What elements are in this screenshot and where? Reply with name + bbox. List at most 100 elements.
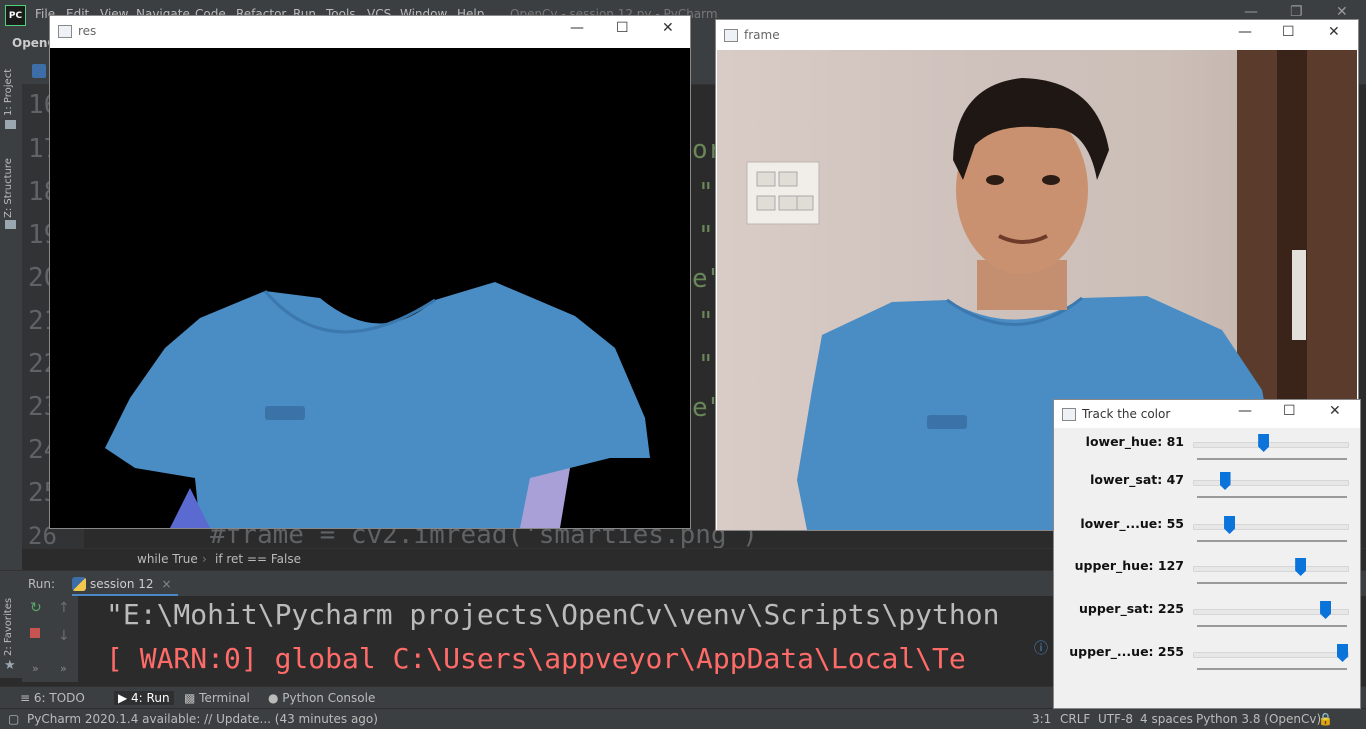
trackbar-label: lower_hue: 81 xyxy=(1085,434,1184,449)
python-file-icon[interactable] xyxy=(32,64,46,78)
code-fragment: " xyxy=(698,350,714,380)
console-line: [ WARN:0] global C:\Users\appveyor\AppDa… xyxy=(106,642,966,675)
trackbar-row: upper_sat: 225 xyxy=(1054,599,1360,642)
minimize-icon[interactable]: — xyxy=(1238,403,1252,419)
status-bar: ▢ PyCharm 2020.1.4 available: // Update.… xyxy=(0,708,1366,729)
trackbar-ticks xyxy=(1197,540,1347,542)
more-icon[interactable]: » xyxy=(60,662,67,675)
close-icon[interactable]: ✕ xyxy=(662,20,674,36)
indent-setting[interactable]: 4 spaces xyxy=(1140,712,1193,726)
trackbar-row: upper_...ue: 255 xyxy=(1054,642,1360,685)
run-toolbar: ↻ ↑ ↓ » » xyxy=(22,596,78,682)
play-icon: ▶ xyxy=(118,691,132,705)
trackbar-label: lower_...ue: 55 xyxy=(1080,516,1184,531)
trackbar-row: lower_sat: 47 xyxy=(1054,470,1360,513)
close-icon[interactable]: ✕ xyxy=(1328,24,1340,40)
trackbar-row: lower_hue: 81 xyxy=(1054,432,1360,475)
code-fragment: " xyxy=(698,221,714,251)
terminal-tab[interactable]: ▩ Terminal xyxy=(184,691,250,705)
masked-shirt-image xyxy=(105,282,650,528)
python-interpreter[interactable]: Python 3.8 (OpenCv) xyxy=(1196,712,1321,726)
window-icon xyxy=(1062,408,1076,421)
restore-icon[interactable]: ❐ xyxy=(1290,4,1303,20)
minimize-icon[interactable]: — xyxy=(1238,24,1252,40)
trackbar-ticks xyxy=(1197,625,1347,627)
breadcrumb-while-true[interactable]: while True xyxy=(137,552,198,566)
python-console-tab[interactable]: ● Python Console xyxy=(268,691,375,705)
list-icon: ≡ xyxy=(20,691,34,705)
trackbar-window[interactable]: Track the color — ☐ ✕ lower_hue: 81 lower… xyxy=(1054,400,1360,708)
trackbar-thumb[interactable] xyxy=(1337,644,1348,662)
trackbar-ticks xyxy=(1197,496,1347,498)
structure-icon xyxy=(5,220,16,229)
trackbar-label: upper_sat: 225 xyxy=(1079,601,1184,616)
maximize-icon[interactable]: ☐ xyxy=(616,20,629,36)
trackbar-row: lower_...ue: 55 xyxy=(1054,514,1360,557)
trackbar-ticks xyxy=(1197,668,1347,670)
trackbar-thumb[interactable] xyxy=(1224,516,1236,534)
stop-icon[interactable] xyxy=(30,628,40,638)
maximize-icon[interactable]: ☐ xyxy=(1282,24,1295,40)
close-tab-icon[interactable]: × xyxy=(162,577,172,591)
pycharm-logo-icon: PC xyxy=(5,5,26,26)
project-tool-tab[interactable]: 1: Project xyxy=(3,69,14,116)
info-icon[interactable]: ⓘ xyxy=(1034,638,1048,658)
caret-position[interactable]: 3:1 xyxy=(1032,712,1051,726)
trackbar-label: upper_...ue: 255 xyxy=(1069,644,1184,659)
folder-icon xyxy=(5,120,16,129)
trackbar-slider[interactable] xyxy=(1193,652,1349,658)
trackbar-thumb[interactable] xyxy=(1258,434,1270,452)
breadcrumb-if-ret[interactable]: if ret == False xyxy=(215,552,301,566)
python-icon: ● xyxy=(268,691,283,705)
star-icon: ★ xyxy=(4,658,16,673)
minimize-icon[interactable]: — xyxy=(570,20,584,36)
trackbar-ticks xyxy=(1197,458,1347,460)
window-title: frame xyxy=(744,28,780,42)
status-message[interactable]: PyCharm 2020.1.4 available: // Update...… xyxy=(27,712,378,726)
run-label: Run: xyxy=(28,577,56,591)
more-icon[interactable]: » xyxy=(32,662,39,675)
window-icon xyxy=(58,25,72,38)
frame-title-bar[interactable]: frame — ☐ ✕ xyxy=(716,20,1358,50)
trackbar-label: lower_sat: 47 xyxy=(1090,472,1184,487)
terminal-icon: ▩ xyxy=(184,691,200,705)
trackbar-thumb[interactable] xyxy=(1320,601,1332,619)
python-icon xyxy=(72,577,86,591)
close-icon[interactable]: ✕ xyxy=(1329,403,1341,419)
trackbar-label: upper_hue: 127 xyxy=(1074,558,1184,573)
run-tool-tab[interactable]: ▶ 4: Run xyxy=(114,691,174,705)
trackbar-slider[interactable] xyxy=(1193,442,1349,448)
arrow-down-icon[interactable]: ↓ xyxy=(58,628,70,644)
res-window[interactable]: res — ☐ ✕ xyxy=(50,16,690,528)
trackbar-slider[interactable] xyxy=(1193,524,1349,530)
masked-result-image xyxy=(50,48,690,528)
trackbar-slider[interactable] xyxy=(1193,566,1349,572)
trackbar-ticks xyxy=(1197,582,1347,584)
window-icon xyxy=(724,29,738,42)
res-title-bar[interactable]: res — ☐ ✕ xyxy=(50,16,690,46)
window-title: res xyxy=(78,24,97,38)
status-square-icon[interactable]: ▢ xyxy=(8,712,19,726)
trackbar-thumb[interactable] xyxy=(1295,558,1307,576)
run-tab-label: session 12 xyxy=(90,577,154,591)
console-line: "E:\Mohit\Pycharm projects\OpenCv\venv\S… xyxy=(106,598,1000,631)
chevron-right-icon: › xyxy=(202,552,207,566)
structure-tool-tab[interactable]: Z: Structure xyxy=(3,158,14,218)
trackbar-thumb[interactable] xyxy=(1219,472,1231,490)
file-encoding[interactable]: UTF-8 xyxy=(1098,712,1133,726)
lock-icon[interactable]: 🔒 xyxy=(1318,712,1333,726)
arrow-up-icon[interactable]: ↑ xyxy=(58,600,70,616)
maximize-icon[interactable]: ☐ xyxy=(1283,403,1296,419)
run-tab-session-12[interactable]: session 12 × xyxy=(72,574,178,596)
code-fragment: " xyxy=(698,307,714,337)
rerun-icon[interactable]: ↻ xyxy=(30,600,42,616)
minimize-icon[interactable]: — xyxy=(1244,4,1258,20)
todo-tab[interactable]: ≡ 6: TODO xyxy=(20,691,85,705)
window-title: Track the color xyxy=(1082,407,1171,421)
favorites-tool-tab[interactable]: 2: Favorites xyxy=(3,598,14,656)
line-separator[interactable]: CRLF xyxy=(1060,712,1090,726)
trackbar-slider[interactable] xyxy=(1193,480,1349,486)
code-fragment: " xyxy=(698,178,714,208)
trackbar-title-bar[interactable]: Track the color — ☐ ✕ xyxy=(1054,400,1360,428)
close-icon[interactable]: ✕ xyxy=(1336,4,1348,20)
